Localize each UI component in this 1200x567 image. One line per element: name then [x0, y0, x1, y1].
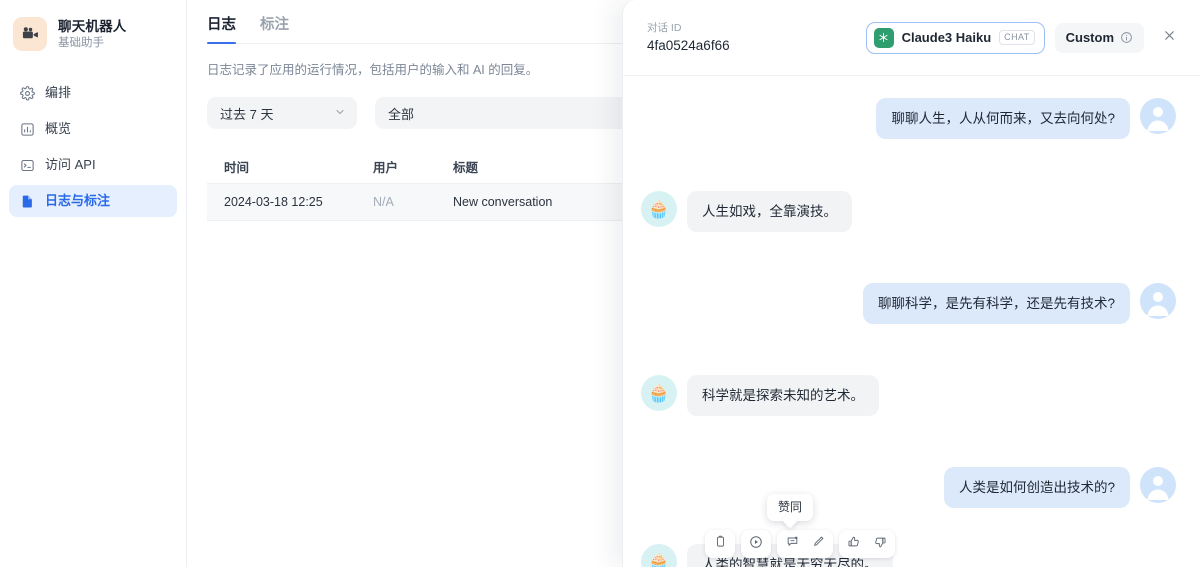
copy-icon [714, 535, 727, 553]
play-icon [749, 535, 763, 554]
column-header-time: 时间 [224, 160, 250, 175]
app-brand[interactable]: 聊天机器人 基础助手 [0, 0, 186, 56]
message-user: 聊聊科学，是先有科学，还是先有技术? [641, 283, 1176, 324]
action-tooltip: 赞同 [767, 494, 814, 521]
model-name: Claude3 Haiku [901, 30, 992, 45]
cupcake-icon: 🧁 [641, 375, 677, 411]
cell-time: 2024-03-18 12:25 [224, 195, 323, 209]
message-text: 聊聊科学，是先有科学，还是先有技术? [862, 283, 1130, 324]
app-subtitle: 基础助手 [58, 36, 104, 49]
model-type-tag: CHAT [999, 29, 1035, 46]
action-group-copy [705, 530, 735, 558]
sidebar-item-access-api[interactable]: 访问 API [9, 149, 177, 181]
sidebar-item-label: 编排 [45, 85, 72, 100]
message-action-bar [705, 530, 895, 558]
conversation-panel: 对话 ID 4fa0524a6f66 Claude3 Haiku CHAT Cu… [622, 0, 1200, 567]
chevron-down-icon [334, 106, 346, 121]
message-text: 科学就是探索未知的艺术。 [687, 375, 879, 416]
sidebar-item-logs-annotations[interactable]: 日志与标注 [9, 185, 177, 217]
app-root: 聊天机器人 基础助手 编排 概览 访问 API 日志与标注 日志 标注 日志记录… [0, 0, 1200, 567]
tab-logs[interactable]: 日志 [207, 16, 236, 44]
document-icon [19, 193, 35, 209]
action-group-feedback [839, 530, 895, 558]
sidebar-item-label: 概览 [45, 121, 72, 136]
tab-annotations[interactable]: 标注 [260, 16, 289, 43]
avatar-user [1140, 98, 1176, 134]
message-bot: 🧁 科学就是探索未知的艺术。 [641, 375, 1176, 416]
date-range-value: 过去 7 天 [220, 106, 274, 122]
sidebar-item-label: 访问 API [45, 157, 96, 172]
thumbs-down-icon [873, 535, 887, 554]
message-text: 人生如戏，全靠演技。 [687, 191, 852, 232]
close-panel-button[interactable] [1154, 23, 1184, 53]
cupcake-icon: 🧁 [641, 191, 677, 227]
brand-text: 聊天机器人 基础助手 [58, 19, 127, 50]
message-bot: 🧁 人生如戏，全靠演技。 [641, 191, 1176, 232]
message-bot-active: 赞同 🧁 人类的智慧就是无穷无尽的。 [641, 494, 1176, 567]
custom-label: Custom [1065, 30, 1114, 45]
cupcake-icon: 🧁 [641, 544, 677, 567]
column-header-user: 用户 [373, 160, 399, 175]
annotate-button[interactable] [779, 531, 805, 557]
sidebar-item-orchestration[interactable]: 编排 [9, 77, 177, 109]
info-circle-icon[interactable] [1120, 31, 1133, 44]
avatar-user [1140, 283, 1176, 319]
sidebar: 聊天机器人 基础助手 编排 概览 访问 API 日志与标注 [0, 0, 187, 567]
model-selector-chip[interactable]: Claude3 Haiku CHAT [865, 21, 1045, 54]
close-icon [1162, 28, 1177, 48]
sidebar-item-label: 日志与标注 [45, 193, 111, 208]
annotate-icon [786, 535, 799, 553]
action-group-play [741, 530, 771, 558]
app-title: 聊天机器人 [58, 18, 127, 34]
movie-camera-icon [13, 17, 47, 51]
message-text: 聊聊人生，人从何而来，又去向何处? [876, 98, 1130, 139]
message-user: 人类是如何创造出技术的? [641, 467, 1176, 508]
thumbs-up-icon [847, 535, 861, 554]
edit-button[interactable] [805, 531, 831, 557]
play-button[interactable] [743, 531, 769, 557]
chart-icon [19, 121, 35, 137]
copy-button[interactable] [707, 531, 733, 557]
cell-user: N/A [373, 195, 394, 209]
message-text: 人类是如何创造出技术的? [943, 467, 1130, 508]
sidebar-item-overview[interactable]: 概览 [9, 113, 177, 145]
conversation-id: 对话 ID 4fa0524a6f66 [647, 22, 856, 54]
gear-icon [19, 85, 35, 101]
type-filter-value: 全部 [388, 106, 415, 122]
conversation-id-value: 4fa0524a6f66 [647, 37, 730, 53]
anthropic-logo-icon [873, 27, 894, 48]
custom-settings-button[interactable]: Custom [1054, 22, 1144, 53]
avatar-user [1140, 467, 1176, 503]
thumbs-up-button[interactable] [841, 531, 867, 557]
message-list: 聊聊人生，人从何而来，又去向何处? 🧁 人生如戏，全靠演技。 聊聊科学，是先有科… [623, 76, 1200, 567]
date-range-select[interactable]: 过去 7 天 [207, 97, 357, 129]
conversation-id-label: 对话 ID [647, 21, 682, 34]
conversation-header: 对话 ID 4fa0524a6f66 Claude3 Haiku CHAT Cu… [623, 0, 1200, 76]
terminal-icon [19, 157, 35, 173]
action-group-edit [777, 530, 833, 558]
thumbs-down-button[interactable] [867, 531, 893, 557]
message-user: 聊聊人生，人从何而来，又去向何处? [641, 98, 1176, 139]
edit-icon [812, 535, 825, 553]
sidebar-nav: 编排 概览 访问 API 日志与标注 [0, 77, 186, 217]
